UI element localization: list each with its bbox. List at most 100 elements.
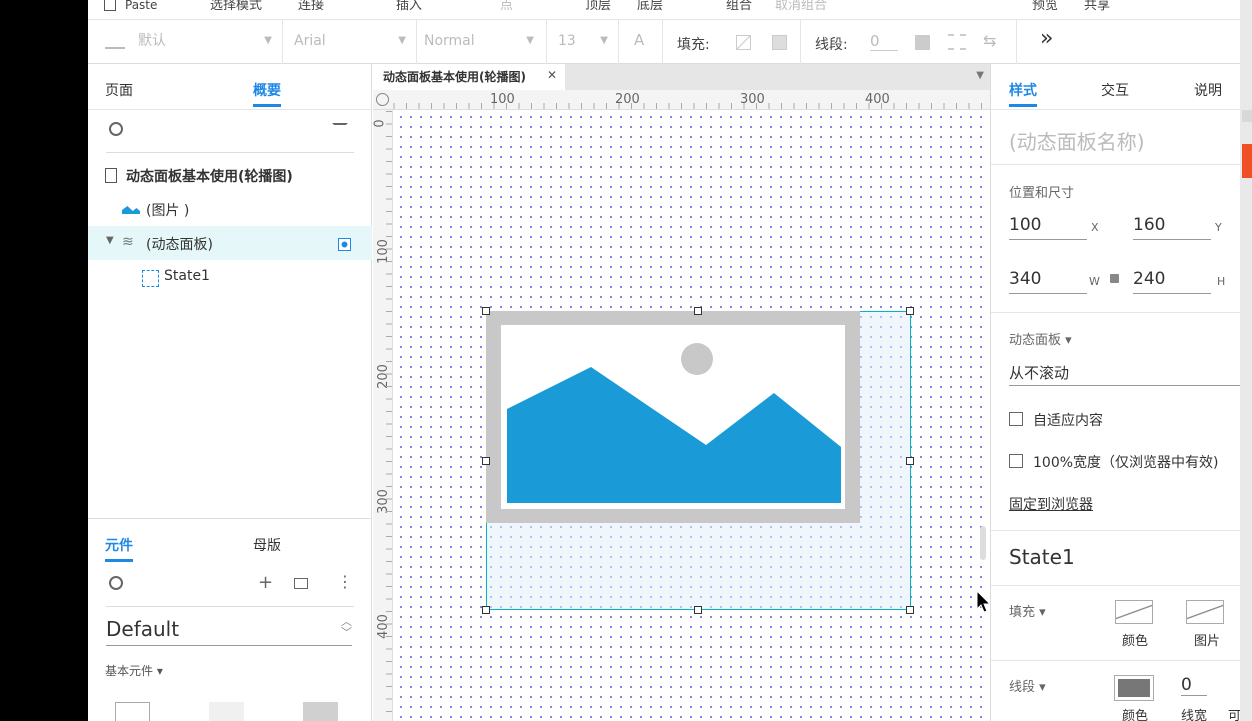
paste-button[interactable]: Paste (125, 0, 157, 12)
image-placeholder[interactable] (486, 311, 860, 523)
widget-box-thumb[interactable] (115, 702, 150, 721)
full-width-checkbox[interactable] (1009, 454, 1023, 468)
font-size-select[interactable]: 13 ▼ (552, 30, 612, 54)
filter-icon[interactable] (332, 123, 348, 137)
stroke-style-icon[interactable] (948, 34, 966, 50)
chevron-down-icon: ▼ (264, 35, 272, 46)
width-input[interactable]: 340 (1009, 264, 1087, 294)
paste-icon[interactable] (104, 0, 116, 11)
horizontal-ruler: 100 200 300 400 (373, 90, 990, 110)
resize-handle[interactable] (482, 307, 490, 315)
tree-state-item[interactable]: State1 (88, 260, 372, 294)
more-tools-button[interactable]: » (1040, 26, 1053, 51)
design-canvas[interactable] (394, 110, 992, 721)
resize-handle[interactable] (906, 457, 914, 465)
menu-ungroup[interactable]: 取消组合 (775, 0, 827, 13)
tab-widgets[interactable]: 元件 (105, 535, 133, 562)
tab-interactions[interactable]: 交互 (1101, 80, 1129, 100)
style-select[interactable]: 默认 ▼ (132, 30, 276, 54)
menu-connect[interactable]: 连接 (298, 0, 324, 13)
divider (1016, 20, 1017, 64)
library-tabs: 元件 母版 (88, 519, 372, 564)
fill-color-icon[interactable] (736, 35, 751, 50)
stroke-color-icon[interactable] (915, 35, 930, 50)
resize-handle[interactable] (482, 457, 490, 465)
fill-label: 填充: (677, 37, 710, 53)
widget-name-input[interactable]: (动态面板名称) (1009, 126, 1145, 155)
panel-visibility-icon[interactable] (338, 238, 351, 251)
menu-bring-front[interactable]: 顶层 (585, 0, 611, 13)
fill-image-swatch[interactable] (1186, 600, 1224, 624)
widget-primary-thumb[interactable] (209, 702, 244, 721)
stroke-width-label: 线宽 (1181, 709, 1208, 721)
chevron-down-icon: ▼ (600, 35, 608, 46)
menu-share[interactable]: 共享 (1084, 0, 1110, 13)
tab-notes[interactable]: 说明 (1194, 80, 1222, 100)
menu-group[interactable]: 组合 (726, 0, 752, 13)
resize-handle[interactable] (906, 307, 914, 315)
chevron-down-icon: ▼ (398, 35, 406, 46)
fill-color-swatch[interactable] (1115, 600, 1153, 624)
menu-insert[interactable]: 插入 (396, 0, 422, 13)
y-input[interactable]: 160 (1133, 210, 1211, 240)
tabs-dropdown-icon[interactable]: ▼ (976, 70, 984, 81)
widget-secondary-thumb[interactable] (303, 702, 338, 721)
resize-handle[interactable] (694, 606, 702, 614)
right-inspector-panel: 样式 交互 说明 (动态面板名称) 位置和尺寸 100 X 160 Y 340 … (990, 64, 1240, 721)
font-select[interactable]: Arial ▼ (288, 30, 410, 54)
tab-outline[interactable]: 概要 (253, 80, 281, 107)
lock-aspect-icon[interactable] (1110, 274, 1119, 283)
canvas-scrollbar[interactable] (980, 526, 986, 560)
tree-image-item[interactable]: (图片 ) (88, 192, 372, 226)
arrow-style-icon[interactable]: ⇆ (983, 31, 996, 50)
caret-down-icon[interactable]: ▼ (106, 235, 114, 246)
font-weight-select[interactable]: Normal ▼ (418, 30, 538, 54)
stroke-color-swatch[interactable] (1114, 675, 1154, 701)
library-search-icon[interactable] (109, 576, 123, 590)
pin-to-browser-link[interactable]: 固定到浏览器 (1009, 494, 1093, 514)
crosshair-icon[interactable] (376, 93, 389, 106)
fit-content-checkbox[interactable] (1009, 412, 1023, 426)
shadow-icon[interactable] (772, 35, 787, 50)
resize-handle[interactable] (482, 606, 490, 614)
x-input[interactable]: 100 (1009, 210, 1087, 240)
resize-handle[interactable] (694, 307, 702, 315)
fill-color-label: 颜色 (1122, 634, 1149, 649)
stroke-section[interactable]: 线段 ▾ (1009, 676, 1046, 695)
style-brush-icon[interactable] (105, 33, 125, 49)
fill-section[interactable]: 填充 ▾ (1009, 601, 1046, 620)
stroke-extra-label: 可 (1228, 709, 1240, 721)
updown-icon: ︿ ﹀ (341, 615, 352, 639)
tree-page-item[interactable]: 动态面板基本使用(轮播图) (88, 158, 372, 192)
position-size-label: 位置和尺寸 (1009, 186, 1075, 201)
library-copy-icon[interactable] (294, 578, 308, 589)
basic-widgets-header[interactable]: 基本元件 ▾ (105, 662, 163, 679)
document-tab[interactable]: 动态面板基本使用(轮播图) ✕ (373, 64, 565, 90)
library-more-icon[interactable]: ⋮ (337, 572, 353, 591)
dynamic-panel-section[interactable]: 动态面板 ▾ (1009, 329, 1072, 348)
menu-send-back[interactable]: 底层 (637, 0, 663, 13)
add-library-icon[interactable]: + (258, 572, 273, 593)
resize-handle[interactable] (906, 606, 914, 614)
tab-style[interactable]: 样式 (1009, 80, 1037, 107)
font-color-icon[interactable]: A (634, 31, 644, 49)
menu-point[interactable]: 点 (500, 0, 513, 13)
inspector-tabs: 样式 交互 说明 (991, 64, 1240, 110)
stroke-width-input[interactable]: 0 (870, 32, 898, 51)
stroke-width-field[interactable]: 0 (1181, 675, 1207, 696)
library-select[interactable]: Default ︿ ﹀ (106, 614, 352, 646)
image-frame (501, 325, 845, 509)
close-icon[interactable]: ✕ (547, 68, 557, 82)
tree-dynamic-panel-item[interactable]: ▼ ≋ (动态面板) (88, 226, 372, 260)
tab-masters[interactable]: 母版 (253, 535, 281, 555)
height-input[interactable]: 240 (1133, 264, 1211, 294)
scroll-select[interactable]: 从不滚动 (1009, 362, 1240, 386)
adjacent-window-edge (1240, 0, 1252, 721)
menu-preview[interactable]: 预览 (1032, 0, 1058, 13)
format-toolbar: 默认 ▼ Arial ▼ Normal ▼ 13 ▼ A 填充: 线段: 0 ⇆ » (88, 20, 1240, 64)
tab-pages[interactable]: 页面 (105, 80, 133, 100)
menu-select-mode[interactable]: 选择模式 (210, 0, 262, 13)
outline-search-icon[interactable] (109, 122, 123, 136)
divider (991, 585, 1240, 586)
layers-icon: ≋ (122, 234, 134, 250)
